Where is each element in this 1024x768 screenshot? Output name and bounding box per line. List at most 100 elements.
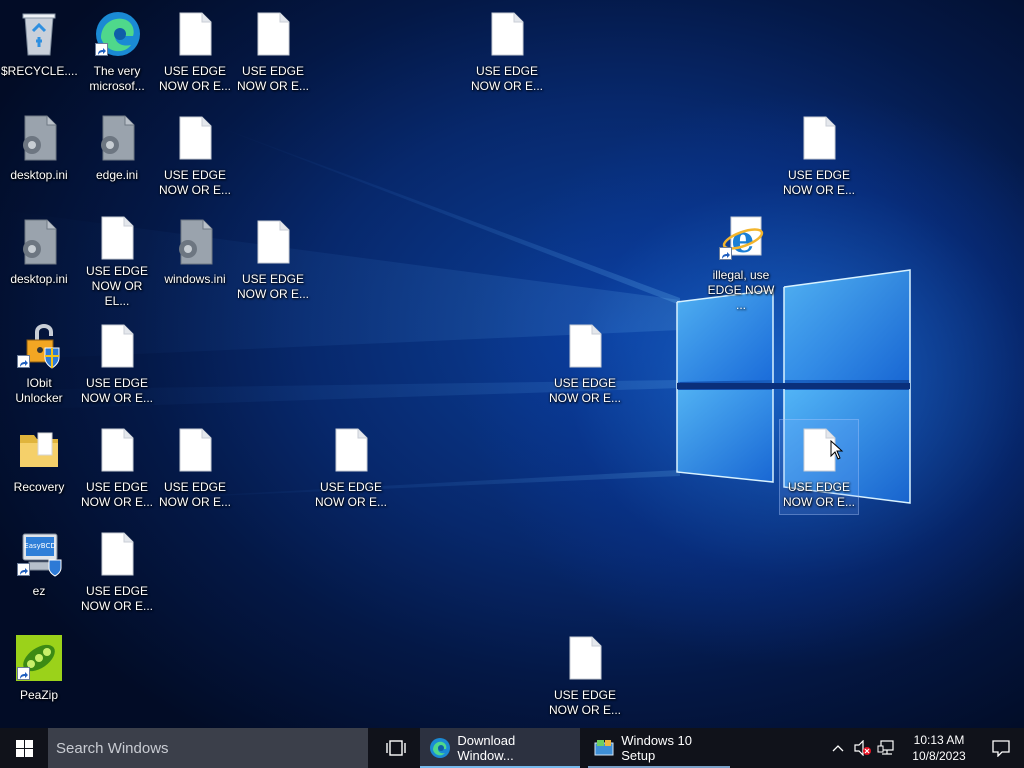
desktop-icon-label: desktop.ini xyxy=(10,272,68,286)
desktop-icon-label: USE EDGE NOW OR E... xyxy=(159,64,231,93)
desktop-icon-label: USE EDGE NOW OR E... xyxy=(237,272,309,301)
taskbar-item-label: Windows 10 Setup xyxy=(621,733,693,763)
desktop-icon-recycle[interactable]: $RECYCLE.... xyxy=(0,4,78,98)
ie-icon: e xyxy=(717,216,765,264)
recycle-icon xyxy=(15,8,63,60)
windows-setup-icon xyxy=(592,736,615,760)
desktop-icon-label: USE EDGE NOW OR E... xyxy=(549,688,621,717)
desktop-icon-label: USE EDGE NOW OR E... xyxy=(159,480,231,509)
file-icon xyxy=(171,424,219,476)
shortcut-arrow-icon xyxy=(95,43,108,56)
desktop-icon-gearfile[interactable]: desktop.ini xyxy=(0,212,78,306)
folder-icon xyxy=(15,424,63,476)
taskbar-item-label: Download Window... xyxy=(457,733,516,763)
desktop-icon-gearfile[interactable]: windows.ini xyxy=(156,212,234,306)
iobit-icon xyxy=(15,320,63,372)
desktop-icon-file[interactable]: USE EDGE NOW OR E... xyxy=(312,420,390,514)
desktop-icon-file[interactable]: USE EDGE NOW OR E... xyxy=(779,419,859,515)
desktop-icon-label: USE EDGE NOW OR E... xyxy=(237,64,309,93)
mouse-cursor-icon xyxy=(830,440,844,460)
start-button[interactable] xyxy=(0,728,48,768)
shortcut-arrow-icon xyxy=(17,355,30,368)
gearfile-icon xyxy=(15,216,63,268)
desktop-icon-folder[interactable]: Recovery xyxy=(0,420,78,514)
edge-icon xyxy=(93,8,141,60)
desktop-icon-label: USE EDGE NOW OR E... xyxy=(81,480,153,509)
clock-time: 10:13 AM xyxy=(913,733,965,747)
desktop-icon-file[interactable]: USE EDGE NOW OR E... xyxy=(78,524,156,618)
file-icon xyxy=(93,424,141,476)
volume-muted-icon[interactable] xyxy=(850,728,874,768)
file-icon xyxy=(249,216,297,268)
desktop-icon-label: IObit Unlocker xyxy=(15,376,63,405)
svg-text:e: e xyxy=(732,219,755,261)
desktop-icon-label: USE EDGE NOW OR E... xyxy=(81,584,153,613)
file-icon xyxy=(249,8,297,60)
show-hidden-icons-chevron-up-icon[interactable] xyxy=(826,728,850,768)
windows-logo-icon xyxy=(15,739,33,757)
desktop-icon-label: $RECYCLE.... xyxy=(1,64,78,78)
desktop-icon-label: PeaZip xyxy=(19,688,59,702)
desktop-icon-label: illegal, use EDGE NOW ... xyxy=(707,268,775,312)
desktop-icon-gearfile[interactable]: desktop.ini xyxy=(0,108,78,202)
file-icon xyxy=(561,320,609,372)
file-icon xyxy=(93,528,141,580)
desktop-icon-label: Recovery xyxy=(13,480,65,494)
edge-icon xyxy=(428,736,451,760)
file-icon xyxy=(483,8,531,60)
desktop-icon-label: desktop.ini xyxy=(10,168,68,182)
desktop-icon-label: USE EDGE NOW OR E... xyxy=(549,376,621,405)
file-icon xyxy=(795,112,843,164)
system-tray: 10:13 AM 10/8/2023 xyxy=(826,728,1024,768)
gearfile-icon xyxy=(15,112,63,164)
clock[interactable]: 10:13 AM 10/8/2023 xyxy=(904,732,974,764)
desktop-icon-file[interactable]: USE EDGE NOW OR E... xyxy=(468,4,546,98)
desktop-icon-ie[interactable]: e illegal, use EDGE NOW ... xyxy=(702,212,780,312)
desktop-icon-gearfile[interactable]: edge.ini xyxy=(78,108,156,202)
desktop-icon-label: windows.ini xyxy=(164,272,226,286)
desktop-icon-label: USE EDGE NOW OR E... xyxy=(783,480,855,509)
shortcut-arrow-icon xyxy=(17,667,30,680)
desktop-icon-file[interactable]: USE EDGE NOW OR E... xyxy=(78,420,156,514)
network-icon[interactable] xyxy=(874,728,898,768)
taskbar-item-windows-setup[interactable]: Windows 10 Setup xyxy=(584,728,734,768)
file-icon xyxy=(561,632,609,684)
taskbar: Search Windows Download Window... Window… xyxy=(0,728,1024,768)
search-placeholder: Search Windows xyxy=(56,739,169,757)
notifications-icon xyxy=(992,740,1010,757)
file-icon xyxy=(327,424,375,476)
desktop-icon-file[interactable]: USE EDGE NOW OR E... xyxy=(156,420,234,514)
desktop-icon-file[interactable]: USE EDGE NOW OR E... xyxy=(234,4,312,98)
desktop[interactable]: $RECYCLE.... The very microsof... USE EDGE… xyxy=(0,0,1024,728)
desktop-icon-file[interactable]: USE EDGE NOW OR E... xyxy=(156,108,234,202)
action-center-button[interactable] xyxy=(978,728,1024,768)
peazip-icon xyxy=(15,632,63,684)
task-view-button[interactable] xyxy=(372,728,420,768)
desktop-icon-label: USE EDGE NOW OR E... xyxy=(159,168,231,197)
desktop-icon-label: The very microsof... xyxy=(89,64,145,93)
desktop-icon-file[interactable]: USE EDGE NOW OR E... xyxy=(546,316,624,410)
desktop-icon-file[interactable]: USE EDGE NOW OR E... xyxy=(546,628,624,722)
desktop-icon-label: ez xyxy=(32,584,46,598)
desktop-icon-label: edge.ini xyxy=(95,168,139,182)
shortcut-arrow-icon xyxy=(17,563,30,576)
desktop-icon-peazip[interactable]: PeaZip xyxy=(0,628,78,722)
desktop-icon-file[interactable]: USE EDGE NOW OR E... xyxy=(78,316,156,410)
desktop-icon-label: USE EDGE NOW OR EL... xyxy=(85,264,148,308)
desktop-icon-ez[interactable]: EasyBCD ez xyxy=(0,524,78,618)
desktop-icon-file[interactable]: USE EDGE NOW OR E... xyxy=(780,108,858,202)
file-icon xyxy=(171,8,219,60)
file-icon xyxy=(93,320,141,372)
clock-date: 10/8/2023 xyxy=(912,749,966,763)
shortcut-arrow-icon xyxy=(719,247,732,260)
file-icon xyxy=(171,112,219,164)
desktop-icon-iobit[interactable]: IObit Unlocker xyxy=(0,316,78,410)
gearfile-icon xyxy=(171,216,219,268)
taskbar-item-edge[interactable]: Download Window... xyxy=(420,728,580,768)
desktop-icon-edge[interactable]: The very microsof... xyxy=(78,4,156,98)
desktop-icon-file[interactable]: USE EDGE NOW OR E... xyxy=(234,212,312,306)
desktop-icon-file[interactable]: USE EDGE NOW OR E... xyxy=(156,4,234,98)
desktop-icon-file[interactable]: USE EDGE NOW OR EL... xyxy=(78,212,156,308)
desktop-icon-label: USE EDGE NOW OR E... xyxy=(471,64,543,93)
search-input[interactable]: Search Windows xyxy=(48,728,368,768)
